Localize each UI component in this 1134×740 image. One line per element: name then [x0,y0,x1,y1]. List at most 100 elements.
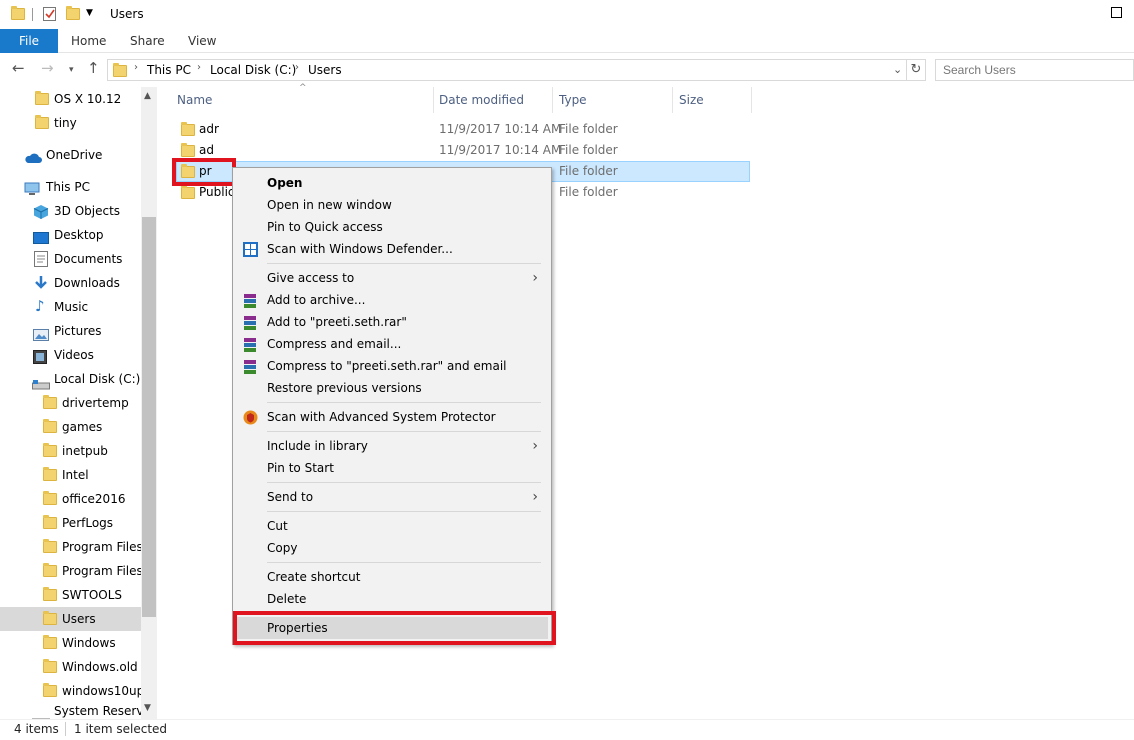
sidebar-item-games[interactable]: games [0,415,141,439]
menu-item-pin-quick-access[interactable]: Pin to Quick access [236,216,548,238]
sidebar-item-program-files-x86[interactable]: Program Files ( [0,559,141,583]
sidebar-item-music[interactable]: ♪ Music [0,295,141,319]
sidebar-item-videos[interactable]: Videos [0,343,141,367]
sidebar-item-3d-objects[interactable]: 3D Objects [0,199,141,223]
menu-separator [267,402,541,403]
downloads-icon [33,275,49,295]
chevron-right-icon[interactable]: › [134,62,138,73]
sidebar-item-documents[interactable]: Documents [0,247,141,271]
sidebar-item-label: System Reserve [54,704,141,718]
menu-item-add-archive[interactable]: Add to archive... [236,289,548,311]
scrollbar-thumb[interactable] [142,217,156,617]
search-box[interactable] [935,59,1134,81]
breadcrumb-local-disk[interactable]: Local Disk (C:) [210,63,296,77]
sidebar-item-tiny[interactable]: tiny [0,111,141,135]
sidebar-item-windows10upg[interactable]: windows10upg [0,679,141,703]
sidebar-item-swtools[interactable]: SWTOOLS [0,583,141,607]
folder-icon [35,115,49,129]
file-name: adr [199,122,219,136]
sidebar-item-label: Windows.old [62,660,138,674]
status-bar: 4 items 1 item selected [0,719,1134,740]
sidebar-item-label: OS X 10.12 [54,92,122,106]
sidebar-item-perflogs[interactable]: PerfLogs [0,511,141,535]
search-input[interactable] [936,60,1133,80]
menu-item-send-to[interactable]: Send to › [236,486,548,508]
tab-share[interactable]: Share [130,29,165,53]
sidebar-item-onedrive[interactable]: OneDrive [0,143,141,167]
menu-item-copy[interactable]: Copy [236,537,548,559]
menu-item-open-new-window[interactable]: Open in new window [236,194,548,216]
sidebar-item-system-reserved[interactable]: System Reserve [0,703,141,719]
menu-item-open[interactable]: Open [236,172,548,194]
menu-item-include-library[interactable]: Include in library › [236,435,548,457]
chevron-down-icon[interactable]: ⌄ [893,63,902,76]
menu-item-compress-email[interactable]: Compress and email... [236,333,548,355]
sidebar-scrollbar[interactable]: ▲ ▼ [141,87,157,719]
folder-icon [181,143,195,157]
chevron-right-icon[interactable]: › [197,62,201,73]
system-protector-icon [243,410,258,425]
properties-icon[interactable] [42,6,58,25]
menu-separator [267,431,541,432]
back-arrow-icon[interactable]: ← [12,61,25,76]
sidebar-item-local-disk[interactable]: Local Disk (C:) [0,367,141,391]
chevron-up-icon[interactable]: ▲ [144,91,151,101]
menu-item-pin-start[interactable]: Pin to Start [236,457,548,479]
breadcrumb-this-pc[interactable]: This PC [147,63,191,77]
sidebar-item-pictures[interactable]: Pictures [0,319,141,343]
sidebar-item-windows-old[interactable]: Windows.old [0,655,141,679]
window-title: Users [110,7,144,21]
sidebar-item-label: Desktop [54,228,104,242]
winrar-icon [243,337,257,352]
column-header-type[interactable]: Type [559,87,673,113]
column-header-name[interactable]: Name [177,87,434,113]
chevron-right-icon: › [532,438,538,454]
menu-item-scan-defender[interactable]: Scan with Windows Defender... [236,238,548,260]
sidebar-item-program-files[interactable]: Program Files [0,535,141,559]
menu-item-scan-asp[interactable]: Scan with Advanced System Protector [236,406,548,428]
3d-objects-icon [33,204,49,223]
sidebar-item-label: PerfLogs [62,516,114,530]
column-header-date[interactable]: Date modified [439,87,553,113]
menu-item-create-shortcut[interactable]: Create shortcut [236,566,548,588]
sidebar-item-os-x[interactable]: OS X 10.12 [0,87,141,111]
tab-file[interactable]: File [0,29,58,53]
forward-arrow-icon[interactable]: → [41,61,54,76]
maximize-icon[interactable] [1111,7,1122,18]
address-bar[interactable]: › This PC › Local Disk (C:) › Users ⌄ [107,59,907,81]
sidebar-item-inetpub[interactable]: inetpub [0,439,141,463]
sidebar-item-this-pc[interactable]: This PC [0,175,141,199]
folder-icon [181,185,195,199]
menu-item-add-rar[interactable]: Add to "preeti.seth.rar" [236,311,548,333]
menu-item-give-access[interactable]: Give access to › [236,267,548,289]
tab-view[interactable]: View [188,29,216,53]
sidebar-item-office2016[interactable]: office2016 [0,487,141,511]
breadcrumb-users[interactable]: Users [308,63,342,77]
customize-toolbar-icon[interactable]: ▼ [86,8,93,18]
chevron-right-icon[interactable]: › [295,62,299,73]
status-item-count: 4 items [14,722,59,736]
sidebar-item-users[interactable]: Users [0,607,141,631]
menu-separator [267,263,541,264]
sidebar-item-label: Downloads [54,276,120,290]
column-header-size[interactable]: Size [679,87,752,113]
chevron-down-icon[interactable]: ▼ [144,703,151,713]
new-folder-icon[interactable] [66,6,80,20]
recent-locations-icon[interactable]: ▾ [69,63,74,78]
menu-item-compress-rar-email[interactable]: Compress to "preeti.seth.rar" and email [236,355,548,377]
menu-item-restore-versions[interactable]: Restore previous versions [236,377,548,399]
sidebar-item-downloads[interactable]: Downloads [0,271,141,295]
refresh-button[interactable]: ↻ [906,59,926,81]
desktop-icon [33,229,49,247]
sidebar-item-intel[interactable]: Intel [0,463,141,487]
sidebar-item-drivertemp[interactable]: drivertemp [0,391,141,415]
table-row[interactable]: adr 11/9/2017 10:14 AM File folder [176,119,750,140]
up-arrow-icon[interactable]: ↑ [87,61,100,76]
sidebar-item-windows[interactable]: Windows [0,631,141,655]
menu-item-cut[interactable]: Cut [236,515,548,537]
tab-home[interactable]: Home [71,29,106,53]
folder-icon [43,467,57,481]
table-row[interactable]: ad 11/9/2017 10:14 AM File folder [176,140,750,161]
menu-item-delete[interactable]: Delete [236,588,548,610]
sidebar-item-desktop[interactable]: Desktop [0,223,141,247]
